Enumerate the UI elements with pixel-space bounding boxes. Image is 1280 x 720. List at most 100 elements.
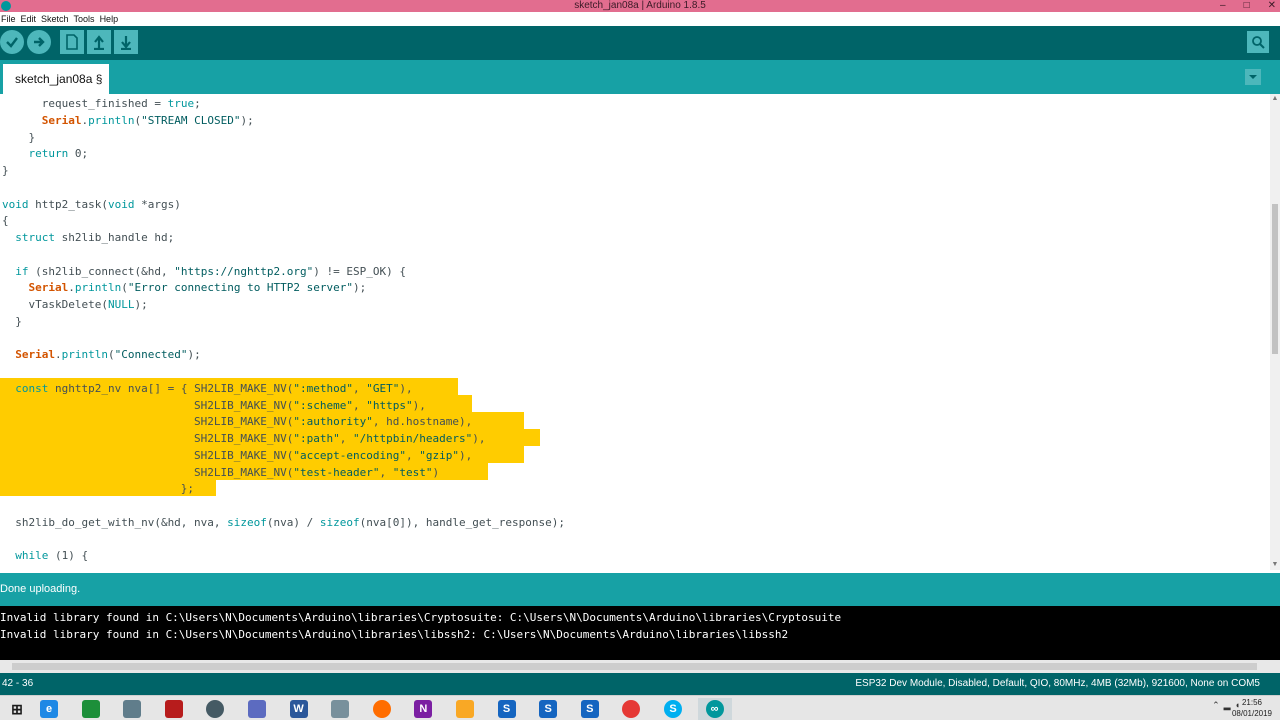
- arrow-up-icon: [94, 35, 104, 50]
- code-line: SH2LIB_MAKE_NV(":scheme", "https"),: [2, 398, 426, 412]
- taskbar-onenote-button[interactable]: N: [406, 698, 440, 720]
- taskbar-media-button[interactable]: [198, 698, 232, 720]
- arrow-right-icon: [34, 37, 45, 47]
- excel-icon: [81, 700, 100, 718]
- scroll-thumb[interactable]: [12, 663, 1257, 670]
- new-button[interactable]: [60, 30, 84, 54]
- minimize-button[interactable]: –: [1220, 0, 1226, 12]
- tab-menu-button[interactable]: [1245, 69, 1261, 85]
- taskbar-excel-button[interactable]: [74, 698, 108, 720]
- code-line: Serial.println("STREAM CLOSED");: [41, 113, 254, 127]
- verify-button[interactable]: [0, 30, 24, 54]
- taskbar-chrome-button[interactable]: [614, 698, 648, 720]
- arrow-down-icon: [121, 36, 131, 50]
- status-bar: Done uploading.: [0, 573, 1280, 606]
- upload-button[interactable]: [27, 30, 51, 54]
- code-line: while (1) {: [15, 549, 89, 563]
- code-line: sh2lib_do_get_with_nv(&hd, nva, sizeof(n…: [2, 515, 565, 529]
- code-line: vTaskDelete(NULL);: [2, 298, 148, 311]
- tab-sketch[interactable]: sketch_jan08a §: [3, 64, 109, 94]
- code-editor[interactable]: request_finished = true; Serial.println(…: [0, 94, 1270, 570]
- document-icon: [331, 700, 350, 718]
- taskbar-edge-button[interactable]: e: [32, 698, 66, 720]
- taskbar-word-button[interactable]: W: [282, 698, 316, 720]
- skype-icon: S: [664, 700, 682, 718]
- code-line: if (sh2lib_connect(&hd, "https://nghttp2…: [15, 264, 406, 278]
- taskbar-explorer-button[interactable]: [448, 698, 482, 720]
- code-line: };: [2, 482, 195, 496]
- taskbar-display-button[interactable]: [240, 698, 274, 720]
- serial-monitor-button[interactable]: [1247, 31, 1269, 53]
- acrobat-icon: [164, 700, 183, 718]
- status-message: Done uploading.: [0, 583, 81, 595]
- code-line: const nghttp2_nv nva[] = { SH2LIB_MAKE_N…: [15, 381, 413, 395]
- tab-bar: sketch_jan08a §: [0, 60, 1280, 94]
- selection-mask-5: [524, 446, 540, 463]
- selection-mask-1: [458, 378, 540, 395]
- code-line: struct sh2lib_handle hd;: [15, 231, 175, 244]
- menu-edit[interactable]: Edit: [21, 12, 41, 26]
- word-icon: W: [289, 700, 308, 718]
- s-app-icon: S: [580, 700, 599, 718]
- taskbar-notepad-button[interactable]: [323, 698, 357, 720]
- title-bar: sketch_jan08a | Arduino 1.8.5 – □ ✕: [0, 0, 1280, 12]
- taskbar-skype-button[interactable]: S: [656, 698, 690, 720]
- arduino-icon: ∞: [705, 700, 724, 718]
- monitor-icon: [123, 700, 142, 718]
- s-app-icon: S: [539, 700, 558, 718]
- network-icon[interactable]: ▂: [1224, 700, 1231, 711]
- console-horizontal-scrollbar[interactable]: [0, 660, 1280, 673]
- scroll-down-arrow-icon[interactable]: ▼: [1270, 560, 1280, 570]
- taskbar-app-s3-button[interactable]: S: [573, 698, 607, 720]
- chevron-up-icon[interactable]: ⌃: [1212, 700, 1220, 711]
- menu-sketch[interactable]: Sketch: [41, 12, 73, 26]
- code-line: return 0;: [28, 147, 89, 161]
- cursor-position: 42 - 36: [2, 678, 34, 689]
- code-line: SH2LIB_MAKE_NV(":path", "/httpbin/header…: [2, 432, 486, 445]
- code-line: void http2_task(void *args): [2, 197, 181, 211]
- chrome-icon: [622, 700, 641, 718]
- window-title: sketch_jan08a | Arduino 1.8.5: [574, 0, 706, 11]
- new-file-icon: [66, 34, 78, 50]
- folder-icon: [456, 700, 474, 718]
- menu-file[interactable]: File: [1, 12, 20, 26]
- selection-mask-3: [524, 412, 540, 429]
- editor-vertical-scrollbar[interactable]: ▲ ▼: [1270, 94, 1280, 570]
- clock-date: 08/01/2019: [1231, 709, 1272, 718]
- code-line: request_finished = true;: [2, 97, 201, 110]
- toolbar: [0, 26, 1280, 60]
- menu-bar: File Edit Sketch Tools Help: [0, 12, 1280, 26]
- scroll-thumb[interactable]: [1272, 204, 1278, 354]
- code-line: }: [2, 130, 36, 144]
- info-bar: 42 - 36 ESP32 Dev Module, Disabled, Defa…: [0, 673, 1280, 695]
- open-button[interactable]: [87, 30, 111, 54]
- clock[interactable]: 21:56 08/01/2019: [1232, 697, 1272, 719]
- close-button[interactable]: ✕: [1268, 0, 1276, 12]
- save-button[interactable]: [114, 30, 138, 54]
- magnifier-icon: [1252, 36, 1265, 49]
- windows-icon: ⊞: [11, 700, 23, 717]
- taskbar-acrobat-button[interactable]: [157, 698, 191, 720]
- taskbar: ⊞ e W N S S S S ∞ ⌃ ▂ ◖ 21:56 08/01/2019: [0, 695, 1280, 720]
- taskbar-app-s1-button[interactable]: S: [490, 698, 524, 720]
- ie-icon: e: [40, 700, 58, 718]
- taskbar-monitor-button[interactable]: [115, 698, 149, 720]
- s-app-icon: S: [497, 700, 516, 718]
- taskbar-firefox-button[interactable]: [365, 698, 399, 720]
- firefox-icon: [372, 700, 391, 718]
- menu-tools[interactable]: Tools: [74, 12, 99, 26]
- taskbar-arduino-button[interactable]: ∞: [697, 698, 732, 720]
- code-line: SH2LIB_MAKE_NV(":authority", hd.hostname…: [2, 415, 473, 429]
- disc-icon: [206, 700, 225, 718]
- scroll-up-arrow-icon[interactable]: ▲: [1270, 94, 1280, 104]
- code-line: }: [2, 314, 22, 328]
- code-line: }: [2, 164, 9, 177]
- console-output[interactable]: Invalid library found in C:\Users\N\Docu…: [0, 606, 1280, 660]
- taskbar-app-s2-button[interactable]: S: [531, 698, 565, 720]
- code-line: Serial.println("Error connecting to HTTP…: [28, 281, 367, 295]
- taskbar-start-button[interactable]: ⊞: [0, 698, 34, 720]
- maximize-button[interactable]: □: [1244, 0, 1250, 12]
- menu-help[interactable]: Help: [100, 12, 123, 26]
- window-controls: – □ ✕: [1220, 0, 1276, 12]
- console-line: Invalid library found in C:\Users\N\Docu…: [0, 611, 842, 624]
